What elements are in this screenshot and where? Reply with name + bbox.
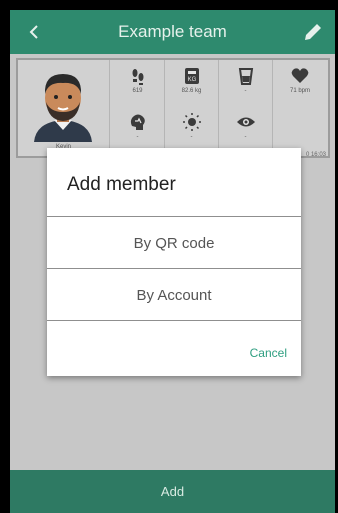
scale-icon: KG xyxy=(185,68,199,84)
dialog-title: Add member xyxy=(67,174,176,195)
top-app-bar: Example team xyxy=(10,10,335,54)
footsteps-icon xyxy=(132,69,144,85)
by-qr-code-option[interactable]: By QR code xyxy=(47,220,301,268)
last-sync-time: 0 16:03 xyxy=(305,152,326,158)
divider xyxy=(47,216,301,217)
cancel-button[interactable]: Cancel xyxy=(250,346,287,360)
edit-button[interactable] xyxy=(301,20,325,44)
heart-icon xyxy=(291,68,309,83)
divider xyxy=(47,268,301,269)
svg-text:KG: KG xyxy=(188,77,197,83)
by-account-option[interactable]: By Account xyxy=(47,272,301,320)
metric-steps: 619 xyxy=(111,60,165,106)
metric-weight: KG 82.6 kg xyxy=(165,60,219,106)
metric-heart-rate-value: 71 bpm xyxy=(289,88,310,94)
brain-icon xyxy=(130,114,145,130)
sun-icon xyxy=(183,113,201,131)
member-card[interactable]: Kevin 619 KG 82.6 kg - 71 bpm - - - 0 16… xyxy=(16,58,330,158)
metrics-grid: 619 KG 82.6 kg - 71 bpm - - - xyxy=(111,60,329,156)
metric-uv: - xyxy=(165,106,219,152)
metric-weight-value: 82.6 kg xyxy=(181,88,202,94)
metric-stress: - xyxy=(111,106,165,152)
avatar xyxy=(34,74,92,142)
eye-icon xyxy=(237,117,255,127)
metric-steps-value: 619 xyxy=(132,88,143,94)
metric-water: - xyxy=(219,60,273,106)
app-screen: Example team Kevin 619 KG 82.6 kg - 71 b… xyxy=(10,10,335,513)
metric-vision-value: - xyxy=(244,134,247,140)
metric-uv-value: - xyxy=(190,134,193,140)
cup-icon xyxy=(238,68,254,85)
metric-heart-rate: 71 bpm xyxy=(273,60,327,106)
member-avatar-area: Kevin xyxy=(18,60,110,156)
add-member-dialog: Add member By QR code By Account Cancel xyxy=(47,148,301,376)
page-title: Example team xyxy=(118,22,227,41)
pencil-icon xyxy=(305,24,321,40)
add-button[interactable]: Add xyxy=(10,470,335,513)
divider xyxy=(47,320,301,321)
metric-stress-value: - xyxy=(136,134,139,140)
metric-water-value: - xyxy=(244,88,247,94)
metric-vision: - xyxy=(219,106,273,152)
